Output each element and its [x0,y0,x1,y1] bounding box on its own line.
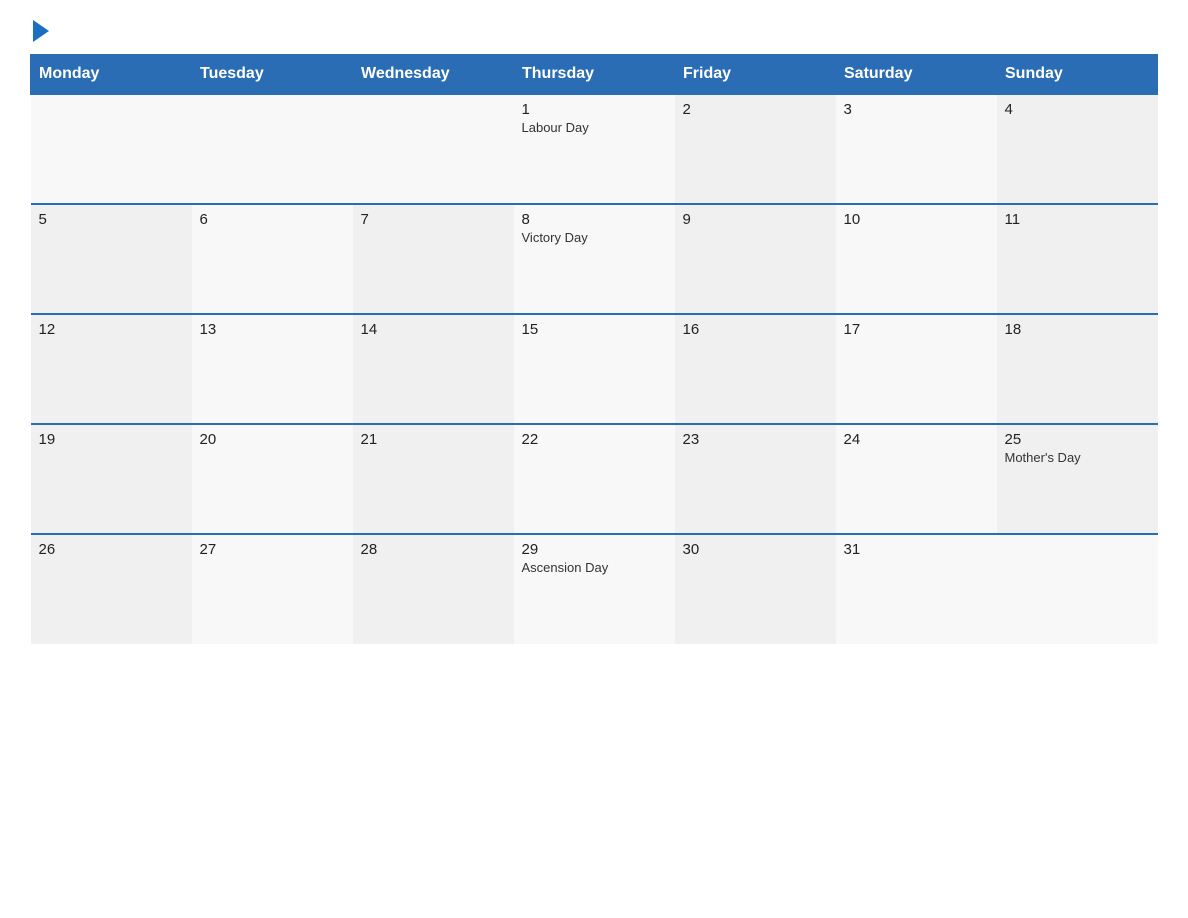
weekday-header-tuesday: Tuesday [192,55,353,95]
day-number: 27 [200,541,345,558]
calendar-cell-w2-d4: 8 Victory Day [514,204,675,314]
calendar-cell-w1-d4: 1 Labour Day [514,94,675,204]
calendar-cell-w4-d5: 23 [675,424,836,534]
calendar-cell-w5-d4: 29 Ascension Day [514,534,675,644]
day-number: 13 [200,321,345,338]
calendar-cell-w4-d1: 19 [31,424,192,534]
calendar-cell-w5-d6: 31 [836,534,997,644]
calendar-week-2: 5678 Victory Day 9 10 11 [31,204,1158,314]
logo [30,20,52,36]
calendar-table: MondayTuesdayWednesdayThursdayFridaySatu… [30,54,1158,644]
day-number: 22 [522,431,667,448]
calendar-cell-w1-d2 [192,94,353,204]
day-number: 24 [844,431,989,448]
calendar-cell-w5-d7 [997,534,1158,644]
calendar-cell-w5-d3: 28 [353,534,514,644]
weekday-header-wednesday: Wednesday [353,55,514,95]
calendar-week-5: 26 27 28 29 Ascension Day 30 31 [31,534,1158,644]
day-number: 25 [1005,431,1150,448]
day-number: 5 [39,211,184,228]
weekday-header-thursday: Thursday [514,55,675,95]
weekday-header-sunday: Sunday [997,55,1158,95]
calendar-cell-w4-d7: 25 Mother's Day [997,424,1158,534]
day-event: Ascension Day [522,560,667,575]
day-number: 29 [522,541,667,558]
day-number: 15 [522,321,667,338]
day-number: 20 [200,431,345,448]
calendar-cell-w2-d2: 6 [192,204,353,314]
calendar-cell-w2-d1: 5 [31,204,192,314]
day-event: Victory Day [522,230,667,245]
calendar-week-1: 1 Labour Day 234 [31,94,1158,204]
day-number: 4 [1005,101,1150,118]
calendar-cell-w2-d5: 9 [675,204,836,314]
calendar-cell-w3-d3: 14 [353,314,514,424]
calendar-week-3: 12 13 14 15 16 17 18 [31,314,1158,424]
day-number: 1 [522,101,667,118]
day-number: 23 [683,431,828,448]
calendar-body: 1Labour Day2345678Victory Day91011121314… [31,94,1158,644]
day-number: 3 [844,101,989,118]
calendar-cell-w1-d1 [31,94,192,204]
calendar-cell-w2-d3: 7 [353,204,514,314]
calendar-cell-w5-d5: 30 [675,534,836,644]
day-event: Mother's Day [1005,450,1150,465]
day-number: 14 [361,321,506,338]
calendar-cell-w3-d6: 17 [836,314,997,424]
day-number: 2 [683,101,828,118]
calendar-cell-w4-d2: 20 [192,424,353,534]
day-number: 19 [39,431,184,448]
weekday-header-saturday: Saturday [836,55,997,95]
calendar-cell-w4-d6: 24 [836,424,997,534]
calendar-header: MondayTuesdayWednesdayThursdayFridaySatu… [31,55,1158,95]
day-number: 9 [683,211,828,228]
page-header [30,20,1158,36]
day-number: 17 [844,321,989,338]
day-number: 12 [39,321,184,338]
day-number: 30 [683,541,828,558]
calendar-cell-w3-d5: 16 [675,314,836,424]
calendar-cell-w5-d1: 26 [31,534,192,644]
day-number: 11 [1005,211,1150,228]
day-number: 26 [39,541,184,558]
weekday-header-row: MondayTuesdayWednesdayThursdayFridaySatu… [31,55,1158,95]
calendar-cell-w4-d3: 21 [353,424,514,534]
calendar-cell-w1-d5: 2 [675,94,836,204]
calendar-week-4: 19 20 21 22 23 24 25 Mother's Day [31,424,1158,534]
weekday-header-friday: Friday [675,55,836,95]
calendar-cell-w3-d7: 18 [997,314,1158,424]
day-event: Labour Day [522,120,667,135]
calendar-cell-w1-d3 [353,94,514,204]
calendar-cell-w3-d1: 12 [31,314,192,424]
day-number: 16 [683,321,828,338]
day-number: 31 [844,541,989,558]
calendar-cell-w1-d7: 4 [997,94,1158,204]
day-number: 10 [844,211,989,228]
calendar-cell-w2-d6: 10 [836,204,997,314]
calendar-cell-w2-d7: 11 [997,204,1158,314]
logo-arrow-icon [33,20,49,42]
day-number: 18 [1005,321,1150,338]
calendar-cell-w3-d2: 13 [192,314,353,424]
calendar-cell-w4-d4: 22 [514,424,675,534]
day-number: 21 [361,431,506,448]
day-number: 28 [361,541,506,558]
day-number: 6 [200,211,345,228]
calendar-cell-w5-d2: 27 [192,534,353,644]
day-number: 8 [522,211,667,228]
calendar-cell-w1-d6: 3 [836,94,997,204]
calendar-cell-w3-d4: 15 [514,314,675,424]
weekday-header-monday: Monday [31,55,192,95]
day-number: 7 [361,211,506,228]
